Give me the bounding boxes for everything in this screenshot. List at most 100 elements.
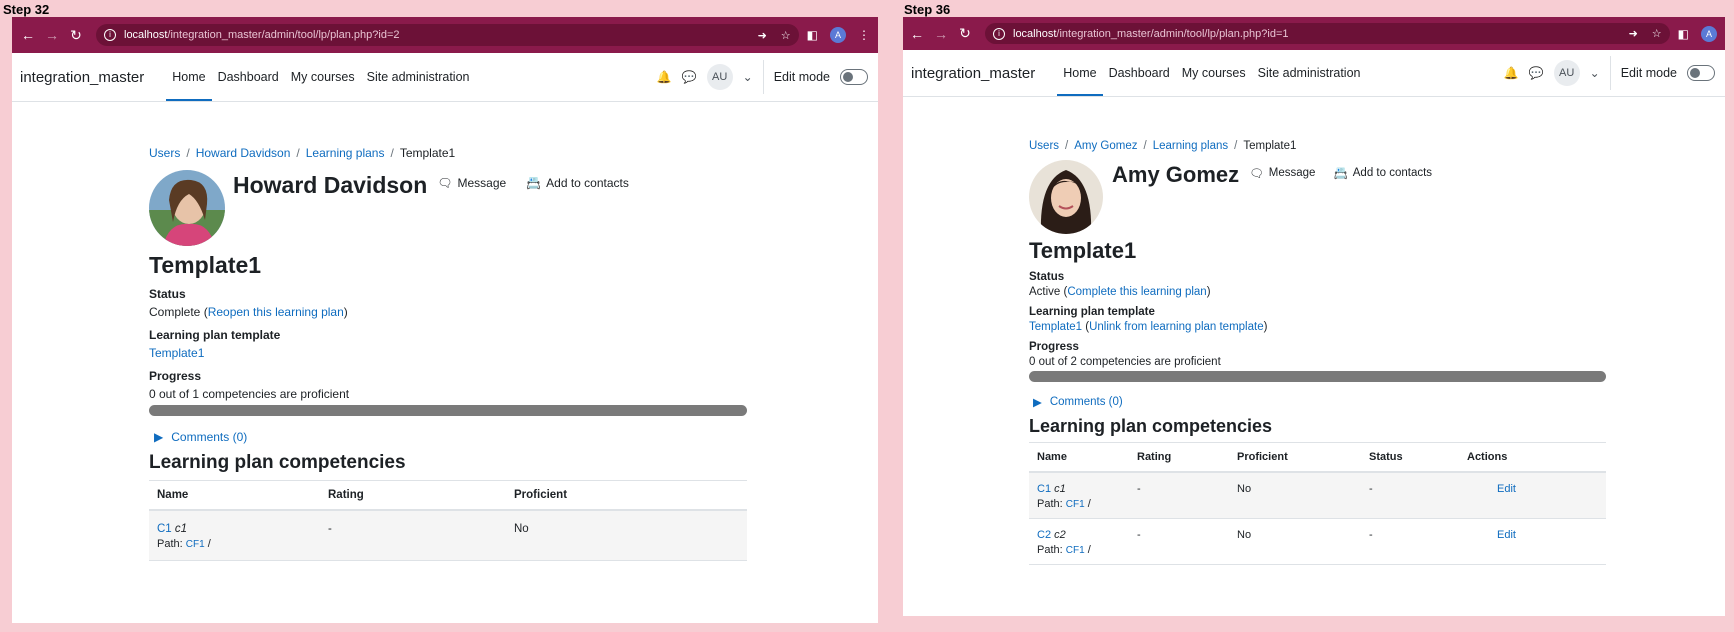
url-path: /integration_master/admin/tool/lp/plan.p… <box>1056 27 1289 40</box>
add-contacts-button[interactable]: 📇 Add to contacts <box>1333 166 1432 180</box>
template-link[interactable]: Template1 <box>149 346 204 360</box>
site-name[interactable]: integration_master <box>911 65 1035 82</box>
unlink-template-link[interactable]: Unlink from learning plan template <box>1089 321 1264 333</box>
proficient-cell: No <box>1229 472 1361 519</box>
address-bar[interactable]: i localhost/integration_master/admin/too… <box>96 24 799 46</box>
breadcrumb-learning-plans[interactable]: Learning plans <box>1153 140 1228 152</box>
col-status: Status <box>1361 442 1459 473</box>
breadcrumb-current: Template1 <box>399 146 456 160</box>
back-icon[interactable]: ← <box>16 27 40 43</box>
divider <box>1609 56 1611 90</box>
progress-text: 0 out of 1 competencies are proficient <box>149 387 350 401</box>
edit-mode-label: Edit mode <box>773 70 830 84</box>
divider <box>762 60 764 94</box>
bell-icon[interactable]: 🔔 <box>657 70 672 84</box>
competency-link[interactable]: C1 <box>1037 483 1051 495</box>
chat-icon[interactable]: 💬 <box>682 70 697 84</box>
star-icon[interactable]: ☆ <box>1652 27 1662 40</box>
menu-icon[interactable]: ⋮ <box>858 28 870 42</box>
status-text: Complete ( <box>149 305 208 319</box>
path-separator: / <box>1087 498 1091 510</box>
breadcrumb-current: Template1 <box>1243 140 1297 152</box>
forward-icon[interactable]: → <box>40 27 64 43</box>
message-button[interactable]: 🗨 Message <box>1249 166 1315 180</box>
profile-icon[interactable]: A <box>1701 25 1717 42</box>
competency-link[interactable]: C1 <box>157 523 172 535</box>
edit-link[interactable]: Edit <box>1497 529 1516 541</box>
nav-my-courses[interactable]: My courses <box>285 53 361 101</box>
reload-icon[interactable]: ↻ <box>953 25 977 42</box>
browser-window-left: ← → ↻ i localhost/integration_master/adm… <box>12 17 878 623</box>
browser-toolbar: ← → ↻ i localhost/integration_master/adm… <box>12 17 878 53</box>
url-host: localhost <box>1013 27 1057 40</box>
path-framework-link[interactable]: CF1 <box>1066 545 1085 556</box>
user-name-heading: Howard Davidson <box>233 172 428 198</box>
add-contacts-label: Add to contacts <box>546 176 629 190</box>
step-label-left: Step 32 <box>3 2 50 17</box>
edit-mode-label: Edit mode <box>1620 66 1677 80</box>
status-value: Active (Complete this learning plan) <box>1029 286 1606 298</box>
nav-site-administration[interactable]: Site administration <box>361 53 476 101</box>
message-icon: 🗨 <box>437 176 453 190</box>
template-link[interactable]: Template1 <box>1029 321 1082 333</box>
profile-icon[interactable]: A <box>830 27 846 43</box>
site-info-icon[interactable]: i <box>993 27 1005 40</box>
user-menu-avatar[interactable]: AU <box>1553 60 1580 86</box>
edit-mode-toggle[interactable] <box>840 69 868 85</box>
nav-home[interactable]: Home <box>166 53 212 101</box>
edit-mode-toggle[interactable] <box>1687 65 1715 81</box>
breadcrumb-user[interactable]: Howard Davidson <box>196 146 291 160</box>
site-info-icon[interactable]: i <box>104 29 116 41</box>
chevron-down-icon[interactable]: ⌄ <box>743 70 753 84</box>
forward-icon[interactable]: → <box>929 26 953 42</box>
breadcrumb-users[interactable]: Users <box>1029 140 1059 152</box>
breadcrumb-users[interactable]: Users <box>149 146 180 160</box>
breadcrumb-user[interactable]: Amy Gomez <box>1074 140 1137 152</box>
competency-name: c1 <box>174 523 188 535</box>
comments-toggle[interactable]: ▶ Comments (0) <box>154 430 747 444</box>
chat-icon[interactable]: 💬 <box>1529 66 1544 80</box>
moodle-navbar: integration_master Home Dashboard My cou… <box>12 53 878 102</box>
nav-home[interactable]: Home <box>1057 50 1103 96</box>
share-icon[interactable]: ➜ <box>758 29 767 42</box>
status-text: Active ( <box>1029 286 1068 298</box>
star-icon[interactable]: ☆ <box>781 29 791 42</box>
add-contacts-label: Add to contacts <box>1352 167 1433 179</box>
url-path: /integration_master/admin/tool/lp/plan.p… <box>167 29 400 41</box>
user-menu-avatar[interactable]: AU <box>706 64 733 90</box>
col-proficient: Proficient <box>1229 442 1361 473</box>
edit-link[interactable]: Edit <box>1497 483 1516 495</box>
plan-title: Template1 <box>1029 238 1137 263</box>
share-icon[interactable]: ➜ <box>1629 27 1638 40</box>
nav-dashboard[interactable]: Dashboard <box>1103 50 1176 96</box>
competency-link[interactable]: C2 <box>1037 529 1051 541</box>
nav-dashboard[interactable]: Dashboard <box>212 53 285 101</box>
address-bar[interactable]: i localhost/integration_master/admin/too… <box>985 23 1670 44</box>
message-button[interactable]: 🗨 Message <box>437 176 506 190</box>
comments-toggle[interactable]: ▶ Comments (0) <box>1033 395 1606 409</box>
sidepanel-icon[interactable]: ◧ <box>1678 27 1689 41</box>
site-name[interactable]: integration_master <box>20 69 144 86</box>
breadcrumb-learning-plans[interactable]: Learning plans <box>306 146 385 160</box>
nav-site-administration[interactable]: Site administration <box>1252 50 1367 96</box>
chevron-down-icon[interactable]: ⌄ <box>1590 66 1600 80</box>
bell-icon[interactable]: 🔔 <box>1504 66 1519 80</box>
col-name: Name <box>149 480 320 511</box>
path-separator: / <box>1087 544 1091 556</box>
back-icon[interactable]: ← <box>905 26 929 42</box>
sidepanel-icon[interactable]: ◧ <box>807 28 818 42</box>
rating-cell: - <box>1129 518 1229 565</box>
nav-my-courses[interactable]: My courses <box>1176 50 1252 96</box>
reopen-plan-link[interactable]: Reopen this learning plan <box>208 305 344 319</box>
path-framework-link[interactable]: CF1 <box>1066 499 1085 510</box>
reload-icon[interactable]: ↻ <box>64 27 88 44</box>
user-picture[interactable] <box>1029 160 1103 234</box>
competencies-heading: Learning plan competencies <box>149 452 406 473</box>
add-contacts-button[interactable]: 📇 Add to contacts <box>526 176 629 190</box>
complete-plan-link[interactable]: Complete this learning plan <box>1067 286 1206 298</box>
user-picture[interactable] <box>149 170 225 246</box>
path-framework-link[interactable]: CF1 <box>186 539 205 550</box>
table-row: C2 c2 Path: CF1 / - No - Edit <box>1029 518 1606 565</box>
breadcrumb: Users / Amy Gomez / Learning plans / Template1 <box>1029 140 1297 152</box>
plan-title: Template1 <box>149 252 262 278</box>
